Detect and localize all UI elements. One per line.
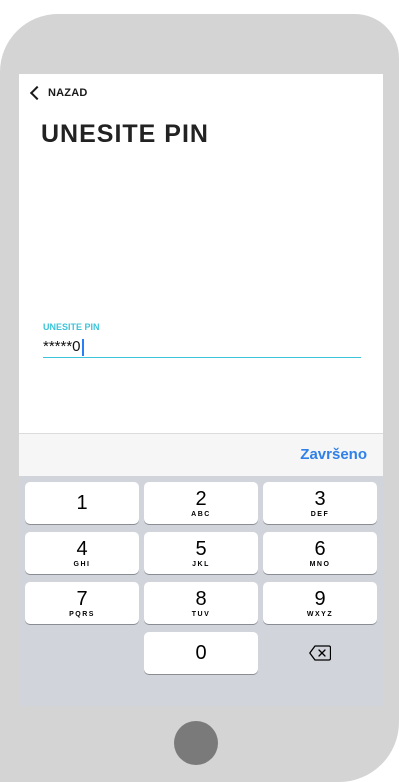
back-button[interactable]: NAZAD — [29, 84, 88, 102]
key-5[interactable]: 5 JKL — [144, 532, 258, 574]
chevron-left-icon — [29, 85, 45, 101]
pin-value: *****0 — [43, 338, 81, 355]
delete-key[interactable] — [263, 632, 377, 674]
phone-frame: NAZAD UNESITE PIN UNESITE PIN *****0 Zav… — [0, 14, 399, 782]
done-button[interactable]: Završeno — [300, 446, 367, 463]
key-4[interactable]: 4 GHI — [25, 532, 139, 574]
numeric-keyboard: 1 2 ABC 3 DEF 4 GHI 5 JKL 6 MNO 7 PQRS 8… — [19, 476, 383, 706]
backspace-icon — [309, 645, 331, 661]
home-button[interactable] — [174, 721, 218, 765]
keyboard-accessory-bar: Završeno — [19, 433, 383, 476]
key-3[interactable]: 3 DEF — [263, 482, 377, 524]
page-title: UNESITE PIN — [41, 120, 209, 148]
key-9[interactable]: 9 WXYZ — [263, 582, 377, 624]
key-2[interactable]: 2 ABC — [144, 482, 258, 524]
key-blank — [25, 632, 139, 674]
back-label: NAZAD — [48, 87, 88, 99]
key-8[interactable]: 8 TUV — [144, 582, 258, 624]
pin-input[interactable]: *****0 — [43, 337, 361, 358]
key-0[interactable]: 0 — [144, 632, 258, 674]
key-1[interactable]: 1 — [25, 482, 139, 524]
text-caret — [81, 338, 84, 356]
pin-field-label: UNESITE PIN — [43, 322, 100, 332]
key-6[interactable]: 6 MNO — [263, 532, 377, 574]
app-screen: NAZAD UNESITE PIN UNESITE PIN *****0 Zav… — [19, 74, 383, 706]
key-7[interactable]: 7 PQRS — [25, 582, 139, 624]
